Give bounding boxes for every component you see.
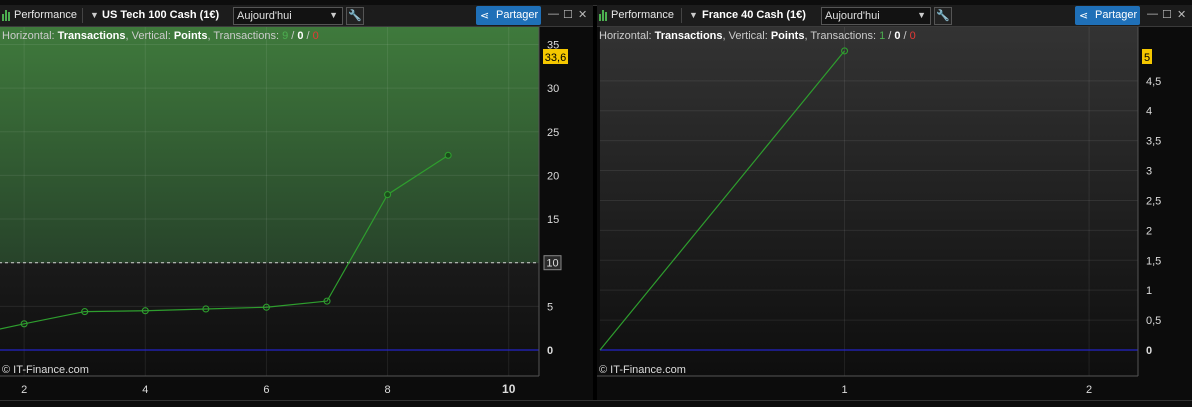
period-select[interactable]: Aujourd'hui ▼ [821,7,931,25]
close-icon[interactable]: ✕ [578,8,587,21]
share-icon: ⋖ [1079,10,1089,22]
y-tick-label: 1 [1146,285,1152,297]
transactions-win: 9 [282,30,289,42]
y-tick-label: 0 [547,345,553,357]
copyright: © IT-Finance.com [599,364,686,376]
separator [681,8,682,23]
x-tick-label: 8 [385,384,391,396]
vertical-label: Vertical: [131,30,171,42]
data-point [444,151,452,159]
performance-panel-france-40: 0 0,5 1 1,5 2 2,5 3 3,5 4 4,5 1 2 5 Performance ▼ Fr… [597,5,1192,400]
y-tick-label: 2,5 [1146,195,1161,207]
y-tick-label: 20 [547,170,559,182]
chart-left: 051015202530352468101033,6 [0,27,593,400]
transactions-loss: 0 [312,30,319,42]
chart-right: 0 0,5 1 1,5 2 2,5 3 3,5 4 4,5 1 2 5 [597,27,1192,400]
maximize-icon[interactable]: ☐ [563,8,573,21]
period-select[interactable]: Aujourd'hui ▼ [233,7,343,25]
y-tick-label: 0 [1146,345,1152,357]
horizontal-label: Horizontal: [599,30,652,42]
chevron-down-icon[interactable]: ▼ [689,10,698,20]
data-point [384,191,392,199]
y-tick-label: 3,5 [1146,136,1161,148]
x-tick-label: 2 [1086,384,1092,396]
vertical-label: Vertical: [728,30,768,42]
minimize-icon[interactable]: — [1147,8,1158,20]
share-icon: ⋖ [480,10,490,22]
y-axis-panel [539,27,593,376]
transactions-even: 0 [297,30,304,42]
x-tick-label: 10 [502,382,516,396]
transactions-label: Transactions: [810,30,876,42]
x-tick-label: 1 [841,384,847,396]
chevron-down-icon: ▼ [917,10,926,20]
horizontal-label: Horizontal: [2,30,55,42]
performance-icon [2,9,12,21]
panel-titlebar: Performance ▼ France 40 Cash (1€) Aujour… [597,5,1192,27]
separator [82,8,83,23]
instrument-selector[interactable]: France 40 Cash (1€) [702,9,806,21]
share-button[interactable]: ⋖ Partager [1075,6,1140,25]
x-tick-label: 6 [263,384,269,396]
transactions-even: 0 [894,30,901,42]
horizontal-value: Transactions [57,30,126,42]
vertical-value: Points [770,30,805,42]
transactions-win: 1 [879,30,886,42]
wrench-icon[interactable]: 🔧 [934,7,952,25]
maximize-icon[interactable]: ☐ [1162,8,1172,21]
y-tick-label: 2 [1146,225,1152,237]
y-tick-label: 15 [547,214,559,226]
minimize-icon[interactable]: — [548,8,559,20]
close-icon[interactable]: ✕ [1177,8,1186,21]
instrument-selector[interactable]: US Tech 100 Cash (1€) [102,9,219,21]
vertical-value: Points [173,30,208,42]
y-tick-label: 25 [547,127,559,139]
profit-zone [0,27,539,263]
period-value: Aujourd'hui [825,10,880,22]
plot-background [600,27,1138,376]
x-tick-label: 4 [142,384,148,396]
y-tick-label: 30 [547,83,559,95]
copyright: © IT-Finance.com [2,364,89,376]
transactions-label: Transactions: [213,30,279,42]
chevron-down-icon: ▼ [329,10,338,20]
share-button[interactable]: ⋖ Partager [476,6,541,25]
panel-titlebar: Performance ▼ US Tech 100 Cash (1€) Aujo… [0,5,593,27]
transactions-loss: 0 [909,30,916,42]
performance-icon [599,9,609,21]
panel-title: Performance [611,9,674,21]
last-value-label: 5 [1144,52,1150,64]
period-value: Aujourd'hui [237,10,292,22]
reference-label: 10 [546,258,558,270]
y-tick-label: 4 [1146,106,1152,118]
panel-title: Performance [14,9,77,21]
x-axis-panel [597,376,1192,400]
y-tick-label: 5 [547,301,553,313]
share-label: Partager [496,9,539,21]
y-tick-label: 3 [1146,166,1152,178]
y-tick-label: 4,5 [1146,76,1161,88]
y-tick-label: 1,5 [1146,255,1161,267]
chart-info-line: Horizontal: Transactions, Vertical: Poin… [599,30,916,42]
horizontal-value: Transactions [654,30,723,42]
y-tick-label: 0,5 [1146,315,1161,327]
chevron-down-icon[interactable]: ▼ [90,10,99,20]
performance-panel-us-tech: 051015202530352468101033,6 Performance ▼… [0,5,593,400]
last-value-label: 33,6 [545,52,566,64]
wrench-icon[interactable]: 🔧 [346,7,364,25]
chart-info-line: Horizontal: Transactions, Vertical: Poin… [2,30,319,42]
x-tick-label: 2 [21,384,27,396]
share-label: Partager [1095,9,1138,21]
